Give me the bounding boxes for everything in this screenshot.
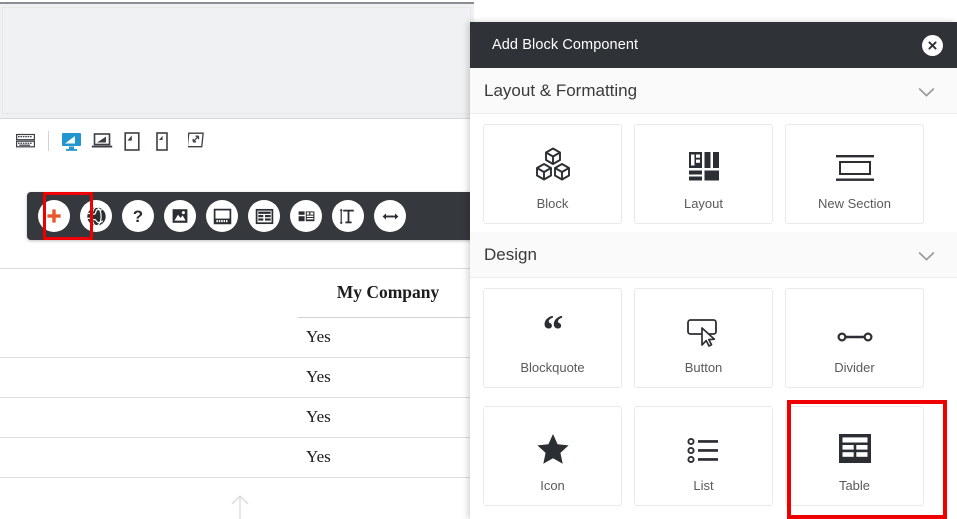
- quote-icon: “: [536, 302, 570, 348]
- keyboard-icon[interactable]: [10, 126, 40, 156]
- document-content: My Company Yes Yes Yes Yes: [0, 268, 470, 519]
- table-header-blank: [0, 269, 298, 317]
- table-row: Yes: [0, 317, 470, 358]
- cubes-icon: [533, 138, 573, 184]
- button-cursor-icon: [685, 302, 723, 348]
- section-header-design[interactable]: Design: [470, 232, 957, 278]
- svg-text:?: ?: [133, 207, 143, 226]
- card-button[interactable]: Button: [634, 288, 773, 388]
- add-plus-icon[interactable]: [38, 200, 70, 232]
- card-label: Layout: [683, 195, 724, 211]
- table-grid-icon: [836, 420, 874, 466]
- panel-title: Add Block Component: [492, 37, 639, 53]
- card-divider[interactable]: Divider: [785, 288, 924, 388]
- section-title: Layout & Formatting: [484, 80, 638, 100]
- card-label: Divider: [834, 359, 875, 375]
- desktop-icon[interactable]: [57, 126, 87, 156]
- close-icon[interactable]: [922, 34, 943, 56]
- list-icon: [686, 420, 721, 466]
- table-cell-value: Yes: [298, 317, 470, 358]
- chevron-down-icon[interactable]: [918, 85, 935, 97]
- section-title: Design: [484, 244, 537, 264]
- card-label: Table: [838, 477, 871, 493]
- card-label: Block: [536, 195, 569, 211]
- fullscreen-icon[interactable]: [183, 126, 213, 156]
- table-header-company: My Company: [298, 269, 470, 318]
- arrows-horizontal-icon[interactable]: [374, 200, 406, 232]
- editor-floating-toolbar: ?: [27, 192, 477, 240]
- section-header-layout-formatting[interactable]: Layout & Formatting: [470, 68, 957, 114]
- table-cell-value: Yes: [298, 357, 470, 398]
- chevron-down-icon[interactable]: [918, 249, 935, 261]
- layout-blocks-icon[interactable]: [290, 200, 322, 232]
- table-row: Yes: [0, 437, 470, 478]
- table-cell-label: [0, 317, 298, 358]
- table-cell-label: [0, 357, 298, 398]
- device-preview-bar: [0, 120, 470, 162]
- card-icon[interactable]: Icon: [483, 406, 622, 506]
- company-table: My Company Yes Yes Yes Yes: [0, 269, 470, 478]
- card-new-section[interactable]: New Section: [785, 124, 924, 224]
- new-section-icon: [834, 138, 876, 184]
- globe-icon[interactable]: [80, 200, 112, 232]
- layout-grid-icon: [687, 138, 721, 184]
- card-label: List: [693, 477, 714, 493]
- table-cell-label: [0, 437, 298, 478]
- card-label: Blockquote: [520, 359, 585, 375]
- table-row: Yes: [0, 397, 470, 438]
- image-icon[interactable]: [164, 200, 196, 232]
- card-layout[interactable]: Layout: [634, 124, 773, 224]
- star-icon: [535, 420, 571, 466]
- card-grid-design-row1: “ Blockquote Button Divider: [470, 278, 957, 396]
- tablet-icon[interactable]: [117, 126, 147, 156]
- table-cell-label: [0, 397, 298, 438]
- table-cell-value: Yes: [298, 437, 470, 478]
- table-icon[interactable]: [248, 200, 280, 232]
- panel-header: Add Block Component: [470, 22, 957, 68]
- toolbar-divider: [48, 131, 49, 151]
- arrow-up-icon[interactable]: [228, 493, 252, 519]
- card-label: New Section: [818, 195, 891, 211]
- card-grid-layout-formatting: Block Layout New Section: [470, 114, 957, 232]
- mobile-icon[interactable]: [147, 126, 177, 156]
- card-label: Icon: [540, 477, 565, 493]
- card-block[interactable]: Block: [483, 124, 622, 224]
- add-block-component-panel: Add Block Component Layout & Formatting: [470, 22, 957, 519]
- footer-icon[interactable]: [206, 200, 238, 232]
- editor-pane: ? My Company Yes Yes Yes Yes: [0, 0, 480, 519]
- card-table[interactable]: Table: [785, 406, 924, 506]
- card-label: Button: [684, 359, 723, 375]
- editor-preview-panel: [0, 2, 474, 119]
- svg-text:“: “: [542, 316, 563, 348]
- editor-preview-canvas: [2, 7, 471, 114]
- card-blockquote[interactable]: “ Blockquote: [483, 288, 622, 388]
- table-cell-value: Yes: [298, 397, 470, 438]
- divider-icon: [836, 302, 874, 348]
- table-header-row: My Company: [0, 269, 470, 318]
- panel-body: Layout & Formatting Block Layout New Sec…: [470, 68, 957, 514]
- help-question-icon[interactable]: ?: [122, 200, 154, 232]
- screen: ? My Company Yes Yes Yes Yes Add Block C…: [0, 0, 957, 519]
- card-grid-design-row2: Icon List Table: [470, 396, 957, 514]
- text-height-icon[interactable]: [332, 200, 364, 232]
- card-list[interactable]: List: [634, 406, 773, 506]
- laptop-icon[interactable]: [87, 126, 117, 156]
- table-row: Yes: [0, 357, 470, 398]
